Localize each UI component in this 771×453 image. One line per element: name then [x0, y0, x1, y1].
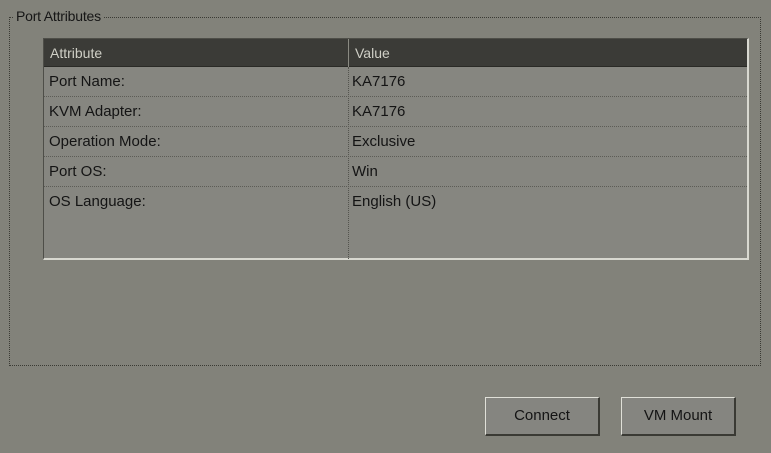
table-row[interactable]: Port Name: KA7176 [44, 67, 747, 97]
connect-button[interactable]: Connect [485, 397, 600, 436]
value-cell: English (US) [352, 193, 437, 210]
column-header-value[interactable]: Value [348, 39, 746, 67]
table-row[interactable]: OS Language: English (US) [44, 187, 747, 217]
attribute-cell: Port OS: [49, 163, 107, 180]
attribute-cell: Operation Mode: [49, 133, 161, 150]
attribute-cell: KVM Adapter: [49, 103, 142, 120]
port-attributes-table: Attribute Value Port Name: KA7176 KVM Ad… [43, 38, 749, 260]
table-header: Attribute Value [44, 39, 747, 67]
port-attributes-window: Port Attributes Attribute Value Port Nam… [0, 0, 771, 453]
attribute-cell: Port Name: [49, 73, 125, 90]
table-row[interactable]: Operation Mode: Exclusive [44, 127, 747, 157]
value-cell: KA7176 [352, 103, 406, 120]
value-cell: Exclusive [352, 133, 416, 150]
column-header-attribute[interactable]: Attribute [44, 39, 348, 67]
vm-mount-button[interactable]: VM Mount [621, 397, 736, 436]
table-row[interactable]: KVM Adapter: KA7176 [44, 97, 747, 127]
attribute-cell: OS Language: [49, 193, 146, 210]
value-cell: KA7176 [352, 73, 406, 90]
table-row[interactable]: Port OS: Win [44, 157, 747, 187]
groupbox-title: Port Attributes [14, 8, 103, 24]
value-cell: Win [352, 163, 378, 180]
